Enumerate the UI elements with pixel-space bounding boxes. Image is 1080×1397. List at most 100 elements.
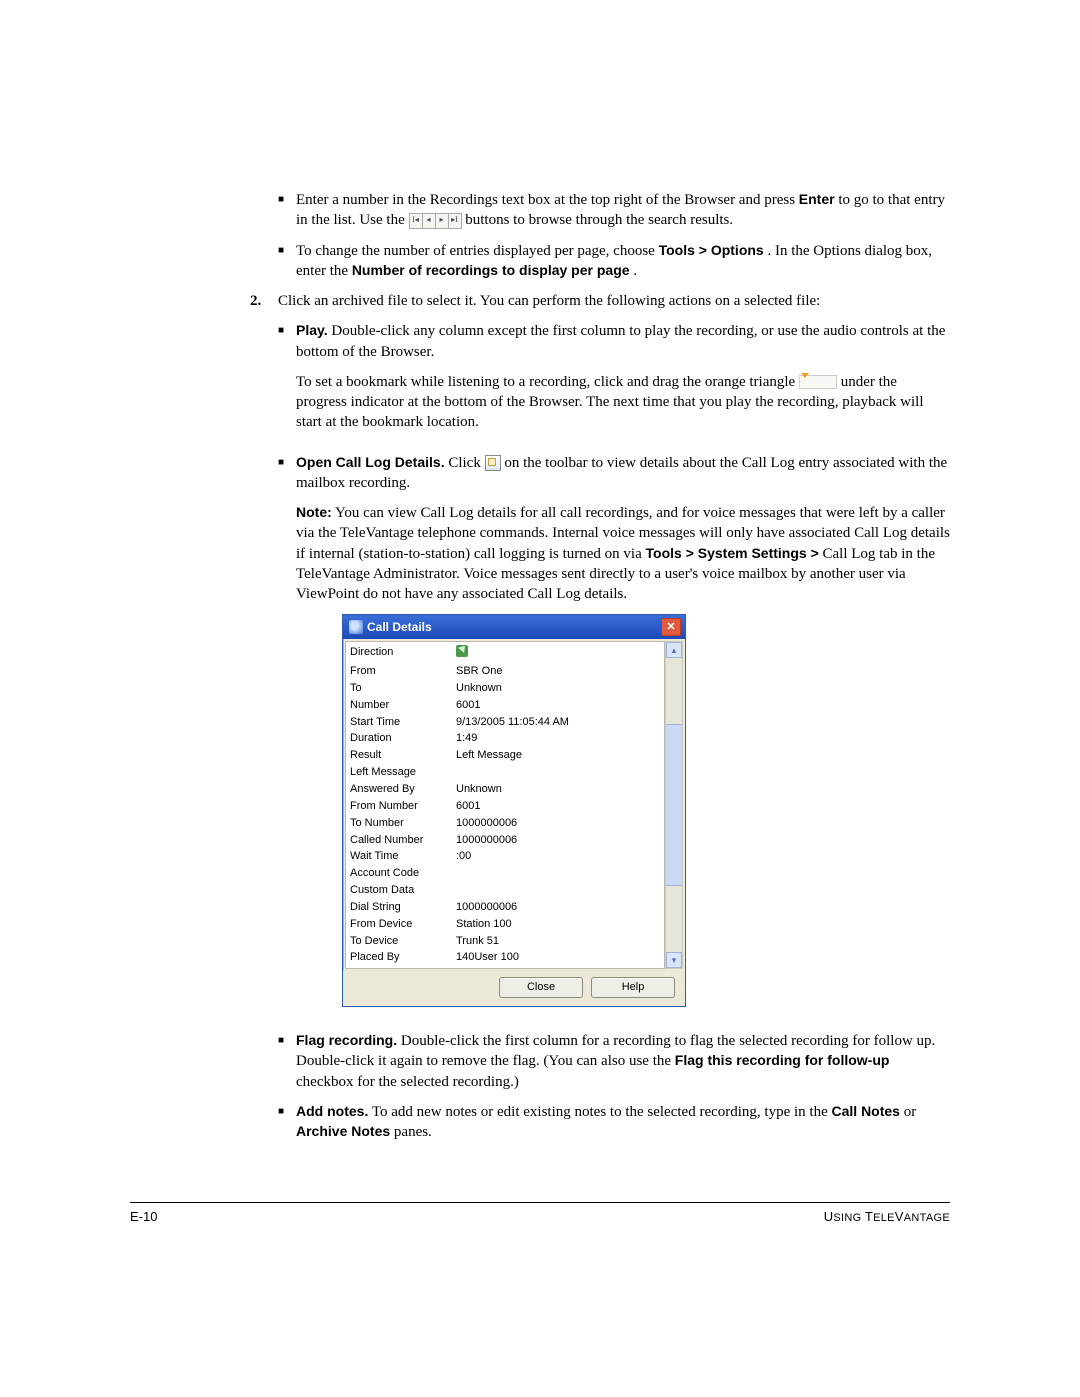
dialog-row-label: Custom Data: [350, 883, 456, 898]
bold-note: Note:: [296, 504, 332, 520]
bullet-item: ■ Play. Double-click any column except t…: [278, 321, 950, 442]
scroll-down-icon[interactable]: ▾: [666, 952, 682, 968]
dialog-row: Direction: [346, 644, 664, 663]
help-button[interactable]: Help: [591, 977, 675, 998]
dialog-row: Left Message: [346, 764, 664, 781]
dialog-row: Wait Time:00: [346, 848, 664, 865]
dialog-title-left: Call Details: [349, 619, 432, 635]
bold-add-notes: Add notes.: [296, 1103, 368, 1119]
dialog-row-value: Left Message: [456, 748, 660, 763]
dialog-row-value: Unknown: [456, 782, 660, 797]
dialog-row-value: 6001: [456, 799, 660, 814]
dialog-row: Account Code: [346, 865, 664, 882]
call-details-dialog: Call Details ✕ DirectionFromSBR OneToUnk…: [342, 614, 686, 1007]
bold-play: Play.: [296, 322, 328, 338]
dialog-row: FromSBR One: [346, 663, 664, 680]
dialog-row: Dial String1000000006: [346, 899, 664, 916]
nav-buttons-icon: І◂ ◂ ▸ ▸І: [409, 213, 462, 229]
text: buttons to browse through the search res…: [465, 212, 733, 228]
first-icon: І◂: [410, 214, 423, 228]
t: SING: [833, 1212, 864, 1224]
text: Enter a number in the Recordings text bo…: [296, 192, 799, 208]
t: ANTAGE: [904, 1212, 950, 1224]
dialog-row-label: Direction: [350, 645, 456, 662]
dialog-row: ToUnknown: [346, 680, 664, 697]
dialog-row: Duration1:49: [346, 730, 664, 747]
dialog-row-label: Number: [350, 698, 456, 713]
dialog-row-value: 1:49: [456, 731, 660, 746]
dialog-row: Number6001: [346, 697, 664, 714]
bullet-text: Add notes. To add new notes or edit exis…: [296, 1102, 950, 1143]
bullet-text: Flag recording. Double-click the first c…: [296, 1031, 950, 1092]
dialog-row-label: Called Number: [350, 833, 456, 848]
footer-book-title: USING TELEVANTAGE: [824, 1209, 950, 1224]
t: V: [895, 1209, 904, 1224]
close-button[interactable]: Close: [499, 977, 583, 998]
dialog-row-value: [456, 883, 660, 898]
text: panes.: [394, 1124, 432, 1140]
dialog-row-value: [456, 866, 660, 881]
scroll-thumb[interactable]: [666, 724, 682, 886]
prev-icon: ◂: [423, 214, 436, 228]
bullet-item: ■ To change the number of entries displa…: [278, 241, 950, 282]
dialog-row-value: 1000000006: [456, 816, 660, 831]
bold-enter: Enter: [799, 191, 835, 207]
bold-archive-notes: Archive Notes: [296, 1123, 390, 1139]
dialog-row-label: To: [350, 681, 456, 696]
bold-tools-syssettings: Tools > System Settings >: [646, 545, 819, 561]
document-page: ■ Enter a number in the Recordings text …: [0, 0, 1080, 1284]
bullet-item: ■ Add notes. To add new notes or edit ex…: [278, 1102, 950, 1143]
progress-indicator-icon: [799, 375, 837, 389]
bullet-item: ■ Enter a number in the Recordings text …: [278, 190, 950, 231]
next-icon: ▸: [436, 214, 449, 228]
bold-flag-this: Flag this recording for follow-up: [675, 1052, 890, 1068]
dialog-row-value: 6001: [456, 698, 660, 713]
text: Click: [448, 455, 484, 471]
bullet-text: Open Call Log Details. Click on the tool…: [296, 453, 950, 1022]
bullet-text: Play. Double-click any column except the…: [296, 321, 950, 442]
dialog-row-value: Trunk 51: [456, 934, 660, 949]
dialog-row-label: Account Code: [350, 866, 456, 881]
dialog-row-label: Answered By: [350, 782, 456, 797]
dialog-row-value: :00: [456, 849, 660, 864]
dialog-row-value: 9/13/2005 11:05:44 AM: [456, 715, 660, 730]
dialog-row: ResultLeft Message: [346, 747, 664, 764]
step-2: 2. Click an archived file to select it. …: [250, 291, 950, 311]
dialog-row-value: [456, 645, 660, 662]
text: .: [633, 263, 637, 279]
dialog-grid: DirectionFromSBR OneToUnknownNumber6001S…: [345, 641, 665, 969]
t: T: [865, 1209, 873, 1224]
bold-flag-recording: Flag recording.: [296, 1032, 397, 1048]
dialog-row-label: To Device: [350, 934, 456, 949]
dialog-row-label: Dial String: [350, 900, 456, 915]
bullet-item: ■ Open Call Log Details. Click on the to…: [278, 453, 950, 1022]
text: Double-click any column except the first…: [296, 323, 945, 359]
dialog-row: To Number1000000006: [346, 815, 664, 832]
bullet-marker: ■: [278, 1031, 296, 1092]
dialog-body: DirectionFromSBR OneToUnknownNumber6001S…: [343, 639, 685, 971]
dialog-title-text: Call Details: [367, 619, 432, 635]
dialog-row-label: Placed By: [350, 950, 456, 965]
text: or: [904, 1104, 917, 1120]
dialog-row: Start Time9/13/2005 11:05:44 AM: [346, 714, 664, 731]
dialog-row-label: To Number: [350, 816, 456, 831]
bullet-text: To change the number of entries displaye…: [296, 241, 950, 282]
dialog-row-label: Start Time: [350, 715, 456, 730]
dialog-close-button[interactable]: ✕: [661, 618, 681, 636]
dialog-row-label: Duration: [350, 731, 456, 746]
dialog-row: Placed By140User 100: [346, 949, 664, 966]
dialog-row-value: Station 100: [456, 917, 660, 932]
bullet-item: ■ Flag recording. Double-click the first…: [278, 1031, 950, 1092]
dialog-button-row: Close Help: [343, 971, 685, 1006]
direction-icon: [456, 645, 468, 657]
dialog-scrollbar[interactable]: ▴ ▾: [665, 641, 683, 969]
bullet-text: Enter a number in the Recordings text bo…: [296, 190, 950, 231]
bullet-marker: ■: [278, 190, 296, 231]
dialog-row: Answered ByUnknown: [346, 781, 664, 798]
dialog-row-label: From Device: [350, 917, 456, 932]
step-number: 2.: [250, 291, 278, 311]
bold-tools-options: Tools > Options: [659, 242, 764, 258]
dialog-row-label: Wait Time: [350, 849, 456, 864]
scroll-up-icon[interactable]: ▴: [666, 642, 682, 658]
dialog-row-value: [456, 765, 660, 780]
